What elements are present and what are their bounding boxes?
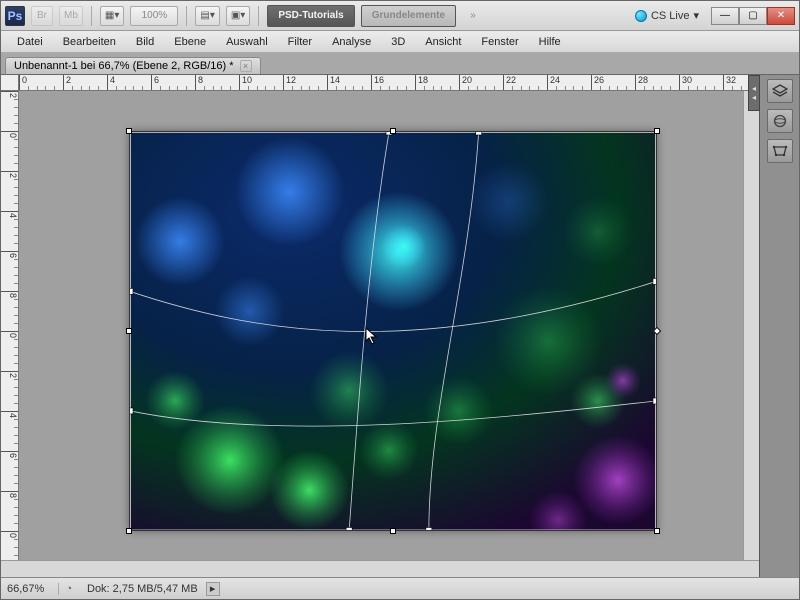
menu-auswahl[interactable]: Auswahl bbox=[216, 31, 278, 52]
ruler-tick: 0 bbox=[1, 131, 18, 138]
ruler-tick: 14 bbox=[327, 75, 340, 90]
ruler-tick: 26 bbox=[591, 75, 604, 90]
cslive-label: CS Live bbox=[651, 10, 690, 22]
canvas-image bbox=[130, 132, 656, 530]
ruler-tick: 6 bbox=[151, 75, 159, 90]
ruler-tick: 2 bbox=[63, 75, 71, 90]
app-window: Ps Br Mb ▦▾ 100% ▤▾ ▣▾ PSD-Tutorials Gru… bbox=[0, 0, 800, 600]
menu-ebene[interactable]: Ebene bbox=[164, 31, 216, 52]
workspace-tab-psdtutorials[interactable]: PSD-Tutorials bbox=[267, 5, 354, 27]
ruler-tick: 6 bbox=[1, 451, 18, 458]
menu-hilfe[interactable]: Hilfe bbox=[529, 31, 571, 52]
ruler-tick: 0 bbox=[1, 531, 18, 538]
layers-panel-icon[interactable] bbox=[767, 79, 793, 103]
menu-datei[interactable]: Datei bbox=[7, 31, 53, 52]
puppet-warp-panel-icon[interactable] bbox=[767, 139, 793, 163]
3d-panel-icon[interactable] bbox=[767, 109, 793, 133]
status-popup-arrow[interactable]: ▸ bbox=[206, 582, 220, 596]
ruler-horizontal[interactable]: 02468101214161820222426283032 bbox=[19, 75, 759, 91]
workspace-tab-grundelemente[interactable]: Grundelemente bbox=[361, 5, 456, 27]
transform-handle-tl[interactable] bbox=[126, 128, 132, 134]
menu-bearbeiten[interactable]: Bearbeiten bbox=[53, 31, 126, 52]
minibridge-button[interactable]: Mb bbox=[59, 6, 83, 26]
panel-strip bbox=[759, 75, 799, 577]
document-tab-bar: Unbenannt-1 bei 66,7% (Ebene 2, RGB/16) … bbox=[1, 53, 799, 75]
minimize-button[interactable]: — bbox=[711, 7, 739, 25]
canvas[interactable] bbox=[129, 131, 657, 531]
menu-3d[interactable]: 3D bbox=[381, 31, 415, 52]
ruler-tick: 12 bbox=[283, 75, 296, 90]
title-toolbar: Ps Br Mb ▦▾ 100% ▤▾ ▣▾ PSD-Tutorials Gru… bbox=[1, 1, 799, 31]
menu-bar: Datei Bearbeiten Bild Ebene Auswahl Filt… bbox=[1, 31, 799, 53]
canvas-viewport[interactable] bbox=[19, 91, 743, 560]
menu-ansicht[interactable]: Ansicht bbox=[415, 31, 471, 52]
status-zoom[interactable]: 66,67% bbox=[1, 583, 59, 595]
close-tab-button[interactable]: × bbox=[240, 60, 252, 72]
ruler-tick: 24 bbox=[547, 75, 560, 90]
ruler-tick: 4 bbox=[1, 211, 18, 218]
ruler-tick: 2 bbox=[1, 371, 18, 378]
chevron-down-icon: ▾ bbox=[693, 9, 699, 22]
menu-bild[interactable]: Bild bbox=[126, 31, 164, 52]
screen-mode-button[interactable]: ▣▾ bbox=[226, 6, 250, 26]
zoom-select[interactable]: 100% bbox=[130, 6, 178, 26]
bridge-button[interactable]: Br bbox=[31, 6, 53, 26]
close-button[interactable]: ✕ bbox=[767, 7, 795, 25]
ruler-tick: 28 bbox=[635, 75, 648, 90]
ruler-tick: 8 bbox=[1, 291, 18, 298]
ruler-tick: 10 bbox=[239, 75, 252, 90]
view-extras-button[interactable]: ▦▾ bbox=[100, 6, 124, 26]
arrange-docs-button[interactable]: ▤▾ bbox=[195, 6, 219, 26]
maximize-button[interactable]: ▢ bbox=[739, 7, 767, 25]
ruler-vertical[interactable]: 2024680246802 bbox=[1, 91, 19, 560]
menu-fenster[interactable]: Fenster bbox=[471, 31, 528, 52]
transform-handle-tr[interactable] bbox=[654, 128, 660, 134]
menu-filter[interactable]: Filter bbox=[278, 31, 322, 52]
ruler-tick: 16 bbox=[371, 75, 384, 90]
divider bbox=[91, 6, 92, 26]
divider bbox=[258, 6, 259, 26]
ruler-tick: 4 bbox=[1, 411, 18, 418]
ruler-tick: 22 bbox=[503, 75, 516, 90]
panel-collapse-button[interactable]: ◂◂ bbox=[748, 75, 760, 111]
ruler-tick: 8 bbox=[195, 75, 203, 90]
ruler-tick: 0 bbox=[19, 75, 27, 90]
status-preview-icon[interactable]: ◔ bbox=[59, 583, 79, 595]
app-logo: Ps bbox=[5, 6, 25, 26]
editor-area: 02468101214161820222426283032 2024680246… bbox=[1, 75, 759, 577]
scrollbar-vertical[interactable] bbox=[743, 91, 759, 560]
status-doc-size[interactable]: Dok: 2,75 MB/5,47 MB bbox=[79, 583, 206, 595]
status-bar: 66,67% ◔ Dok: 2,75 MB/5,47 MB ▸ bbox=[1, 577, 799, 599]
menu-analyse[interactable]: Analyse bbox=[322, 31, 381, 52]
ruler-tick: 20 bbox=[459, 75, 472, 90]
cslive-icon bbox=[635, 10, 647, 22]
ruler-tick: 18 bbox=[415, 75, 428, 90]
ruler-tick: 30 bbox=[679, 75, 692, 90]
ruler-tick: 0 bbox=[1, 331, 18, 338]
ruler-tick: 8 bbox=[1, 491, 18, 498]
transform-handle-ml[interactable] bbox=[126, 328, 132, 334]
window-controls: — ▢ ✕ bbox=[711, 7, 795, 25]
ruler-tick: 2 bbox=[1, 171, 18, 178]
transform-handle-bm[interactable] bbox=[390, 528, 396, 534]
workspace-more-button[interactable]: » bbox=[462, 6, 484, 26]
cslive-button[interactable]: CS Live ▾ bbox=[635, 9, 699, 22]
ruler-tick: 4 bbox=[107, 75, 115, 90]
divider bbox=[186, 6, 187, 26]
document-tab[interactable]: Unbenannt-1 bei 66,7% (Ebene 2, RGB/16) … bbox=[5, 57, 261, 74]
transform-handle-br[interactable] bbox=[654, 528, 660, 534]
ruler-tick: 2 bbox=[1, 91, 18, 98]
ruler-tick: 32 bbox=[723, 75, 736, 90]
scrollbar-horizontal[interactable] bbox=[1, 560, 759, 577]
transform-handle-tm[interactable] bbox=[390, 128, 396, 134]
workspace: 02468101214161820222426283032 2024680246… bbox=[1, 75, 799, 577]
ruler-tick: 6 bbox=[1, 251, 18, 258]
ruler-corner[interactable] bbox=[1, 75, 19, 91]
document-tab-title: Unbenannt-1 bei 66,7% (Ebene 2, RGB/16) … bbox=[14, 60, 234, 72]
transform-handle-bl[interactable] bbox=[126, 528, 132, 534]
